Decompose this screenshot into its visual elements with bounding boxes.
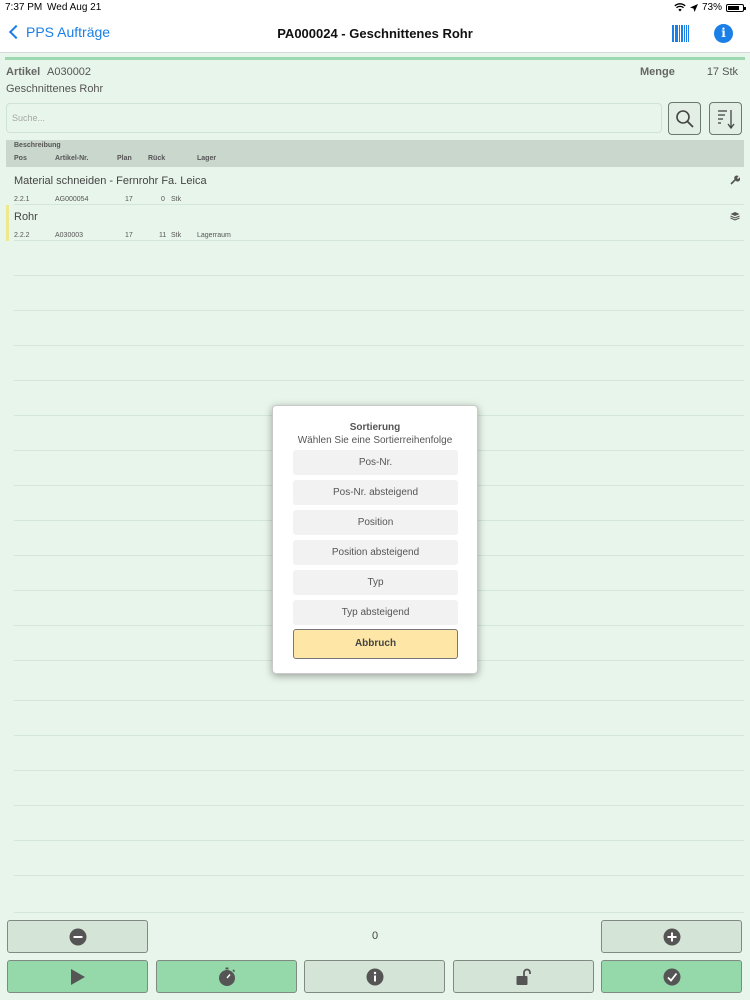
sort-option-typ-desc[interactable]: Typ absteigend: [293, 600, 458, 625]
play-icon: [70, 968, 85, 985]
dialog-subtitle: Wählen Sie eine Sortierreihenfolge: [297, 435, 453, 446]
column-header-description: Beschreibung: [14, 142, 61, 149]
layers-icon: [730, 212, 740, 221]
row-divider: [14, 345, 744, 346]
sort-option-typ[interactable]: Typ: [293, 570, 458, 595]
row-unit: Stk: [171, 232, 182, 239]
sort-icon: [717, 109, 735, 129]
complete-button[interactable]: [601, 960, 742, 993]
row-divider: [14, 805, 744, 806]
row-description: Rohr: [14, 211, 38, 223]
row-pos: 2.2.2: [14, 232, 30, 239]
table-row[interactable]: Rohr 2.2.2 A030003 17 11 Stk Lagerraum: [6, 205, 744, 241]
article-number: A030002: [47, 66, 92, 78]
article-name: Geschnittenes Rohr: [6, 83, 104, 95]
row-divider: [14, 240, 744, 241]
cancel-button[interactable]: Abbruch: [293, 629, 458, 659]
dialog-title: Sortierung: [349, 422, 401, 433]
column-header-rueck: Rück: [148, 155, 166, 162]
row-divider: [14, 875, 744, 876]
wrench-icon: [730, 175, 740, 185]
status-time: 7:37 PM: [5, 2, 43, 13]
wifi-icon: [674, 3, 686, 12]
sort-dialog: Sortierung Wählen Sie eine Sortierreihen…: [272, 405, 478, 674]
sort-option-position-desc[interactable]: Position absteigend: [293, 540, 458, 565]
status-date: Wed Aug 21: [47, 2, 102, 13]
row-article-number: AG000054: [55, 196, 89, 203]
row-plan: 17: [125, 196, 133, 203]
page-title: PA000024 - Geschnittenes Rohr: [277, 26, 473, 41]
row-plan: 17: [125, 232, 133, 239]
row-rueck: 11: [159, 232, 167, 239]
row-status-marker: [6, 205, 9, 241]
unlock-icon: [516, 968, 531, 985]
search-icon: [675, 109, 694, 128]
row-rueck: 0: [161, 196, 165, 203]
unlock-button[interactable]: [453, 960, 594, 993]
status-bar: 7:37 PM Wed Aug 21 73%: [0, 0, 750, 16]
row-divider: [14, 770, 744, 771]
increase-button[interactable]: [601, 920, 742, 953]
details-button[interactable]: [304, 960, 445, 993]
row-divider: [14, 735, 744, 736]
info-circle-icon: [366, 968, 383, 985]
article-label: Artikel: [6, 66, 41, 78]
row-lager: Lagerraum: [197, 232, 231, 239]
row-divider: [14, 700, 744, 701]
row-description: Material schneiden - Fernrohr Fa. Leica: [14, 175, 207, 187]
column-header-plan: Plan: [117, 155, 132, 162]
row-divider: [14, 380, 744, 381]
column-header-lager: Lager: [197, 155, 217, 162]
sort-option-position[interactable]: Position: [293, 510, 458, 535]
plus-circle-icon: [663, 928, 680, 945]
quantity-value: 17 Stk: [706, 66, 738, 78]
table-header: Beschreibung Pos Artikel-Nr. Plan Rück L…: [6, 140, 744, 167]
accent-divider: [5, 57, 745, 60]
info-icon[interactable]: i: [714, 24, 733, 43]
quantity-display: 0: [160, 920, 590, 953]
search-input[interactable]: [6, 103, 662, 133]
status-indicators: 73%: [674, 2, 746, 13]
table-row[interactable]: Material schneiden - Fernrohr Fa. Leica …: [6, 169, 744, 205]
sort-option-pos-nr-desc[interactable]: Pos-Nr. absteigend: [293, 480, 458, 505]
location-icon: [689, 3, 698, 12]
row-unit: Stk: [171, 196, 182, 203]
barcode-icon[interactable]: [672, 25, 689, 42]
battery-percent: 73%: [701, 2, 722, 13]
row-divider: [14, 912, 744, 913]
minus-circle-icon: [69, 928, 86, 945]
battery-icon: [726, 3, 746, 12]
sort-option-pos-nr[interactable]: Pos-Nr.: [293, 450, 458, 475]
quantity-label: Menge: [640, 66, 675, 78]
stopwatch-icon: [218, 967, 235, 986]
row-pos: 2.2.1: [14, 196, 30, 203]
row-divider: [14, 310, 744, 311]
row-divider: [14, 275, 744, 276]
search-button[interactable]: [668, 102, 701, 135]
row-divider: [14, 840, 744, 841]
column-header-pos: Pos: [14, 155, 27, 162]
row-article-number: A030003: [55, 232, 84, 239]
sort-button[interactable]: [709, 102, 742, 135]
timer-button[interactable]: [156, 960, 297, 993]
navigation-bar: PPS Aufträge PA000024 - Geschnittenes Ro…: [0, 16, 750, 53]
decrease-button[interactable]: [7, 920, 148, 953]
check-circle-icon: [663, 968, 680, 985]
start-button[interactable]: [7, 960, 148, 993]
column-header-article-number: Artikel-Nr.: [55, 155, 89, 162]
